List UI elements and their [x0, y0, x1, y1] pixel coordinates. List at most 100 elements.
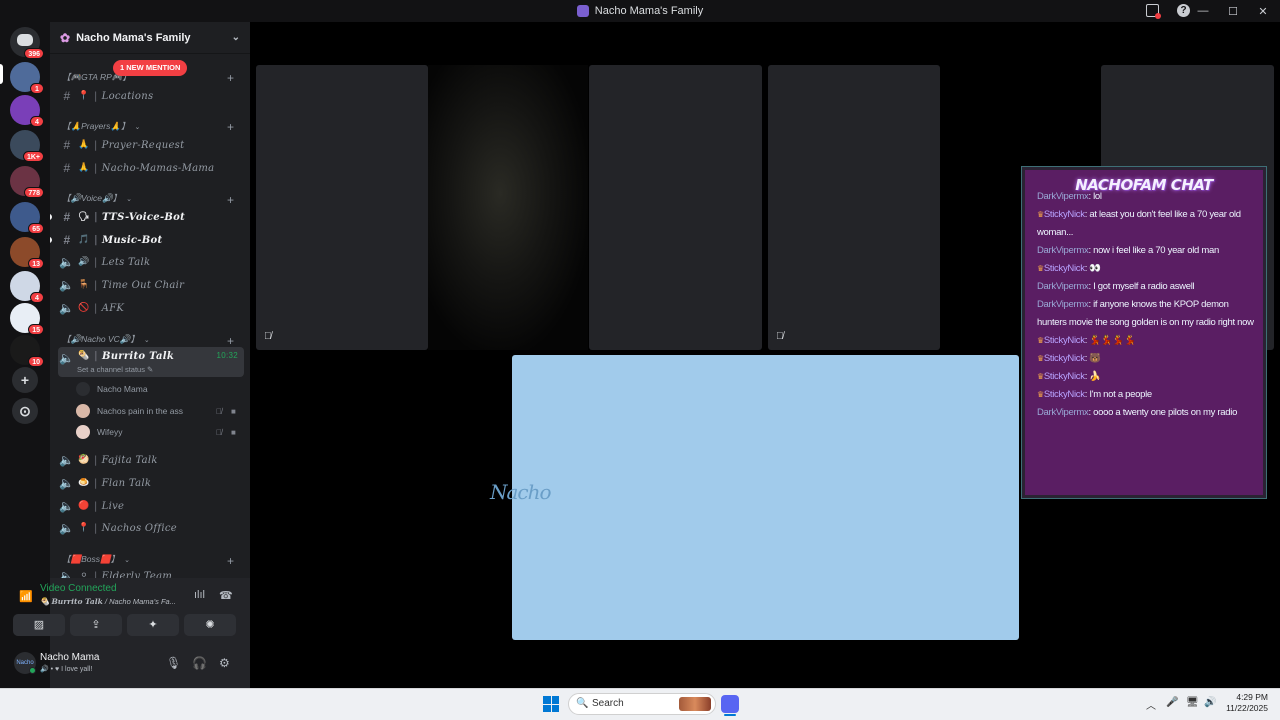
camera-toggle-button[interactable]: ▨	[13, 614, 65, 636]
tray-network-icon[interactable]: 🖥	[1186, 697, 1199, 708]
server-icon[interactable]: 13	[10, 237, 44, 269]
server-icon[interactable]: 15	[10, 303, 44, 335]
chat-username: StickyNick	[1043, 335, 1085, 346]
server-badge: 1K+	[22, 151, 44, 162]
server-icon[interactable]: 4	[10, 271, 44, 303]
video-tile[interactable]: 🎙̸	[768, 65, 940, 350]
close-button[interactable]: ✕	[1248, 5, 1278, 18]
search-placeholder: Search	[592, 698, 624, 709]
camera-feed[interactable]	[428, 65, 588, 350]
screen-share-tile[interactable]	[512, 355, 1019, 640]
window-title: Nacho Mama's Family	[594, 5, 704, 17]
server-icon[interactable]: 778	[10, 166, 44, 198]
soundboard-button[interactable]: ✺	[184, 614, 236, 636]
voice-status[interactable]: Video Connected	[40, 583, 117, 594]
channel-music-bot[interactable]: # 🎵 | Music-Bot	[58, 230, 244, 250]
home-button[interactable]: 396	[10, 27, 44, 59]
tray-chevron-icon[interactable]: ︿	[1146, 697, 1156, 712]
server-icon[interactable]: 10	[10, 335, 44, 367]
channel-emoji: 🙏	[78, 163, 90, 173]
voice-user-name: Nachos pain in the ass	[97, 406, 183, 416]
category-voice[interactable]: 【🔊Voice🔊】 ⌄	[62, 192, 132, 204]
channel-nachos-office[interactable]: 🔈 📍 | Nachos Office	[58, 518, 244, 538]
category-label: 【🔊Voice🔊】	[62, 193, 122, 203]
channel-fajita-talk[interactable]: 🔈 🥙 | Fajita Talk	[58, 450, 244, 470]
add-channel-icon[interactable]: +	[227, 334, 234, 348]
noise-suppression-icon[interactable]: ılıl	[194, 589, 205, 601]
chat-username: DarkVipermx	[1037, 299, 1089, 310]
discover-button[interactable]: ⊙	[12, 398, 38, 424]
signal-icon[interactable]: 📶	[19, 590, 33, 603]
windows-start-icon[interactable]	[543, 696, 559, 712]
voice-user[interactable]: Nachos pain in the ass 🎙̸ ■	[76, 401, 246, 421]
add-channel-icon[interactable]: +	[227, 71, 234, 85]
inbox-icon[interactable]	[1146, 4, 1161, 19]
headphones-icon[interactable]: 🎧	[192, 656, 207, 670]
text-channel-icon: #	[63, 161, 71, 175]
tray-mic-icon[interactable]: 🎤	[1166, 697, 1178, 708]
home-badge: 396	[24, 48, 44, 59]
channel-flan-talk[interactable]: 🔈 🍮 | Flan Talk	[58, 473, 244, 493]
inbox-unread-dot	[1155, 13, 1161, 19]
channel-afk[interactable]: 🔈 🚫 | AFK	[58, 298, 244, 318]
server-icon[interactable]: 1	[10, 62, 44, 94]
video-tile[interactable]	[589, 65, 762, 350]
voice-user[interactable]: Wifeyy 🎙̸ ■	[76, 422, 246, 442]
discord-taskbar-icon[interactable]	[721, 695, 739, 713]
mic-muted-icon: 🎙̸	[264, 331, 272, 342]
chat-overlay-title: NACHOFAM CHAT	[1075, 176, 1213, 194]
active-app-indicator	[724, 714, 736, 716]
disconnect-icon[interactable]: ☎	[219, 589, 233, 602]
settings-gear-icon[interactable]: ⚙	[219, 656, 230, 670]
microphone-icon[interactable]: 🎙	[166, 656, 181, 670]
server-header[interactable]: ✿ Nacho Mama's Family ⌄	[50, 22, 250, 54]
taskbar-clock[interactable]: 4:29 PM 11/22/2025	[1220, 692, 1268, 714]
category-boss[interactable]: 【🟥Boss🟥】 ⌄	[62, 553, 130, 565]
taskbar-search[interactable]: 🔍 Search	[568, 693, 716, 715]
video-tile[interactable]: 🎙̸	[256, 65, 428, 350]
chat-username: StickyNick	[1043, 389, 1085, 400]
discord-logo-icon	[17, 34, 33, 46]
channel-emoji: 📍	[78, 91, 90, 101]
channel-nacho-mamas-mama[interactable]: # 🙏 | Nacho-Mamas-Mama	[58, 158, 244, 178]
server-name: Nacho Mama's Family	[76, 31, 191, 44]
minimize-button[interactable]: —	[1188, 5, 1218, 17]
server-flower-icon: ✿	[60, 30, 71, 45]
add-channel-icon[interactable]: +	[227, 193, 234, 207]
crown-badge-icon: ♛	[1037, 336, 1044, 345]
chat-username: DarkVipermx	[1037, 245, 1089, 256]
chat-message-list: DarkVipermx: lol ♛StickyNick: at least yo…	[1037, 188, 1255, 478]
channel-name: Fajita Talk	[101, 454, 158, 466]
channel-locations[interactable]: # 📍 | Locations	[58, 86, 244, 106]
server-icon[interactable]: 1K+	[10, 130, 44, 162]
channel-emoji: 🚫	[78, 303, 90, 313]
chat-username: StickyNick	[1043, 353, 1085, 364]
chat-overlay: NACHOFAM CHAT DarkVipermx: lol ♛StickyNic…	[1022, 167, 1266, 498]
voice-user[interactable]: Nacho Mama	[76, 379, 246, 399]
chat-message: ♛StickyNick: 🐻	[1037, 353, 1101, 364]
tray-volume-icon[interactable]: 🔊	[1204, 697, 1216, 708]
user-name[interactable]: Nacho Mama	[40, 652, 99, 663]
channel-lets-talk[interactable]: 🔈 🔊 | Lets Talk	[58, 252, 244, 272]
category-nacho-vc[interactable]: 【🔊Nacho VC🔊】 ⌄	[62, 333, 150, 345]
screen-share-button[interactable]: ⇪	[70, 614, 122, 636]
text-channel-icon: #	[63, 89, 71, 103]
channel-tts-voice-bot[interactable]: # 🗣 | TTS-Voice-Bot	[58, 207, 244, 227]
channel-time-out-chair[interactable]: 🔈 🪑 | Time Out Chair	[58, 275, 244, 295]
category-label: 【🟥Boss🟥】	[62, 554, 120, 564]
new-mention-pill[interactable]: 1 NEW MENTION	[113, 60, 188, 76]
voice-channel-name: Burrito Talk	[51, 597, 103, 606]
channel-live[interactable]: 🔈 🔴 | Live	[58, 496, 244, 516]
category-prayers[interactable]: 【🙏Prayers🙏】 ⌄	[62, 120, 140, 132]
voice-location[interactable]: 🌯 Burrito Talk / Nacho Mama's Fa...	[40, 597, 176, 606]
add-server-button[interactable]: +	[12, 367, 38, 393]
add-channel-icon[interactable]: +	[227, 120, 234, 134]
channel-status[interactable]: Set a channel status ✎	[77, 365, 153, 374]
maximize-button[interactable]: ☐	[1218, 5, 1248, 18]
activities-button[interactable]: ✦	[127, 614, 179, 636]
voice-channel-icon: 🔈	[59, 278, 75, 292]
channel-prayer-request[interactable]: # 🙏 | Prayer-Request	[58, 135, 244, 155]
server-icon[interactable]: 65	[10, 202, 44, 234]
server-icon[interactable]: 4	[10, 95, 44, 127]
unread-indicator	[50, 214, 52, 220]
